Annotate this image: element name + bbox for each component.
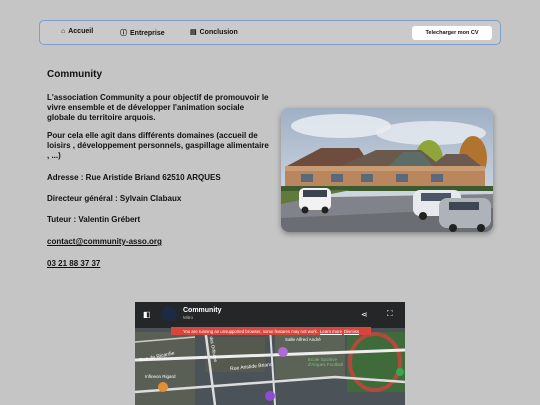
nav-item-entreprise[interactable]: ⓘ Entreprise [120, 28, 165, 38]
map-label: Ecole Sportive d'Arques Football [308, 357, 343, 367]
dismiss-link[interactable]: Dismiss [344, 329, 359, 334]
map-embed[interactable]: Rue de Ricardie Rue Aristide Briand Rue … [135, 302, 405, 405]
fullscreen-icon[interactable]: ⛶ [387, 309, 393, 319]
address-text: Adresse : Rue Aristide Briand 62510 ARQU… [47, 173, 221, 182]
email-link[interactable]: contact@community-asso.org [47, 237, 162, 246]
page-title: Community [47, 69, 102, 80]
learn-more-link[interactable]: Learn more [320, 329, 342, 334]
download-cv-button[interactable]: Telecharger mon CV [412, 26, 492, 40]
nav-item-label: Accueil [68, 28, 94, 35]
home-icon: ⌂ [61, 28, 66, 35]
map-header: ◧ Community Mitro ⋖ ⛶ [135, 302, 405, 328]
email-line: contact@community-asso.org [47, 237, 272, 247]
phone-link[interactable]: 03 21 88 37 37 [47, 259, 100, 268]
nav-item-accueil[interactable]: ⌂ Accueil [61, 28, 93, 35]
intro-text: L'association Community a pour objectif … [47, 93, 269, 122]
nav-item-label: Conclusion [199, 28, 238, 36]
top-navigation: ⌂ Accueil ⓘ Entreprise ▤ Conclusion Tele… [39, 20, 501, 45]
phone-line: 03 21 88 37 37 [47, 259, 272, 269]
warning-text: You are running an unsupported browser, … [182, 328, 318, 334]
info-icon: ⓘ [120, 30, 127, 37]
map-title: Community [183, 307, 222, 314]
building-photo [281, 108, 493, 232]
nav-item-label: Entreprise [130, 29, 165, 37]
map-label: Infineon Rigard [145, 374, 176, 379]
share-icon[interactable]: ⋖ [361, 310, 368, 319]
director-text: Directeur général : Sylvain Clabaux [47, 194, 182, 203]
map-label: Salle Alfred André [285, 337, 321, 342]
nav-item-conclusion[interactable]: ▤ Conclusion [190, 28, 238, 37]
sidebar-toggle-icon[interactable]: ◧ [143, 310, 151, 319]
tutor-text: Tuteur : Valentin Grébert [47, 215, 141, 224]
document-icon: ▤ [190, 29, 197, 36]
domains-text: Pour cela elle agit dans différents doma… [47, 131, 269, 160]
map-subtitle: Mitro [183, 315, 193, 320]
map-logo [161, 306, 177, 322]
unsupported-browser-warning: You are running an unsupported browser, … [171, 327, 371, 335]
